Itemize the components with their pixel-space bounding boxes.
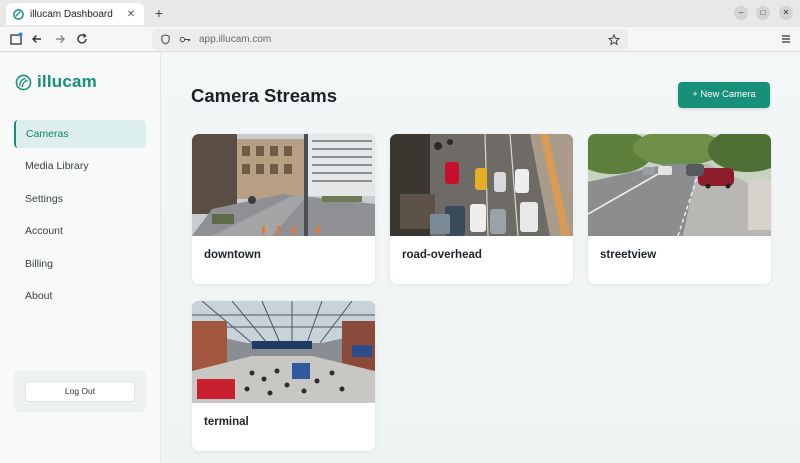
app-viewport: illucam Cameras Media Library Settings A… bbox=[0, 53, 800, 463]
bookmark-star-icon[interactable] bbox=[608, 33, 620, 46]
camera-name: streetview bbox=[600, 249, 657, 261]
browser-tab[interactable]: illucam Dashboard ✕ bbox=[6, 3, 144, 25]
sidebar-item-settings[interactable]: Settings bbox=[14, 185, 146, 213]
sidebar: illucam Cameras Media Library Settings A… bbox=[0, 53, 161, 463]
illucam-favicon-icon bbox=[13, 8, 24, 20]
key-icon[interactable] bbox=[179, 34, 191, 45]
camera-name: downtown bbox=[204, 249, 261, 261]
illucam-logo-icon bbox=[15, 74, 32, 90]
sidebar-nav: Cameras Media Library Settings Account B… bbox=[14, 120, 146, 314]
sidebar-item-media-library[interactable]: Media Library bbox=[14, 152, 146, 180]
camera-card-downtown[interactable]: downtown bbox=[192, 134, 375, 284]
url-text: app.illucam.com bbox=[199, 34, 272, 45]
tab-title: illucam Dashboard bbox=[30, 8, 113, 20]
address-bar[interactable]: app.illucam.com bbox=[152, 29, 628, 50]
camera-name: terminal bbox=[204, 416, 249, 428]
browser-tabstrip: illucam Dashboard ✕ + – □ ✕ bbox=[0, 0, 800, 27]
camera-card-road-overhead[interactable]: road-overhead bbox=[390, 134, 573, 284]
camera-card-terminal[interactable]: terminal bbox=[192, 301, 375, 451]
new-camera-button[interactable]: + New Camera bbox=[678, 82, 770, 108]
close-window-button[interactable]: ✕ bbox=[779, 6, 793, 20]
shield-icon[interactable] bbox=[160, 34, 171, 45]
camera-thumbnail[interactable] bbox=[588, 134, 771, 236]
new-tab-button[interactable]: + bbox=[150, 4, 168, 22]
camera-thumbnail[interactable] bbox=[390, 134, 573, 236]
camera-thumbnail[interactable] bbox=[192, 134, 375, 236]
tab-close-icon[interactable]: ✕ bbox=[125, 9, 137, 20]
logout-button[interactable]: Log Out bbox=[25, 381, 135, 402]
sidebar-item-account[interactable]: Account bbox=[14, 217, 146, 245]
brand[interactable]: illucam bbox=[15, 72, 97, 92]
sidebar-item-cameras[interactable]: Cameras bbox=[14, 120, 146, 148]
sidebar-item-about[interactable]: About bbox=[14, 282, 146, 310]
back-arrow-icon[interactable] bbox=[29, 31, 45, 47]
camera-card-streetview[interactable]: streetview bbox=[588, 134, 771, 284]
brand-name: illucam bbox=[37, 72, 97, 91]
camera-name: road-overhead bbox=[402, 249, 482, 261]
hamburger-menu-icon[interactable] bbox=[778, 31, 794, 47]
sidebar-item-billing[interactable]: Billing bbox=[14, 250, 146, 278]
reload-icon[interactable] bbox=[74, 31, 90, 47]
camera-thumbnail[interactable] bbox=[192, 301, 375, 403]
minimize-button[interactable]: – bbox=[734, 6, 748, 20]
page-title: Camera Streams bbox=[191, 85, 338, 106]
main-content: Camera Streams + New Camera downtown roa… bbox=[161, 53, 800, 463]
logout-panel: Log Out bbox=[14, 371, 146, 412]
forward-arrow-icon[interactable] bbox=[52, 31, 68, 47]
maximize-button[interactable]: □ bbox=[756, 6, 770, 20]
sidebar-toggle-icon[interactable] bbox=[8, 31, 24, 47]
browser-navbar: app.illucam.com bbox=[0, 27, 800, 52]
